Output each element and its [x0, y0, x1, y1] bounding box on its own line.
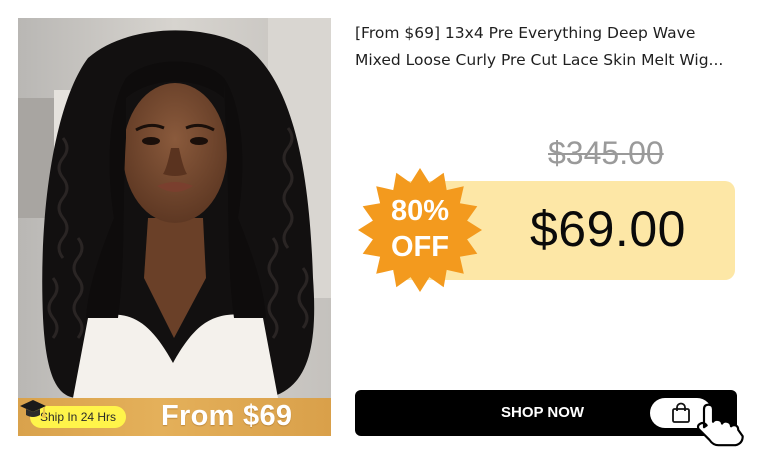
promo-strip: Ship In 24 Hrs From $69	[18, 398, 331, 436]
sale-price: $69.00	[530, 201, 686, 257]
original-price: $345.00	[548, 135, 664, 171]
pointing-hand-cursor-icon	[696, 403, 744, 447]
product-image[interactable]: Ship In 24 Hrs From $69	[18, 18, 331, 436]
product-title-line-2: Mixed Loose Curly Pre Cut Lace Skin Melt…	[355, 51, 724, 69]
shop-now-button[interactable]: SHOP NOW	[355, 390, 737, 436]
product-title[interactable]: [From $69] 13x4 Pre Everything Deep Wave…	[355, 20, 745, 74]
model-photo-illustration	[18, 18, 331, 436]
discount-badge: 80% OFF	[372, 193, 468, 265]
shopping-bag-icon	[672, 402, 690, 423]
promo-text: From $69	[161, 400, 293, 432]
product-title-line-1: [From $69] 13x4 Pre Everything Deep Wave	[355, 24, 696, 42]
discount-percent: 80%	[390, 195, 450, 227]
graduation-cap-icon	[20, 400, 46, 418]
discount-off: OFF	[391, 231, 449, 263]
shop-now-label: SHOP NOW	[501, 404, 585, 421]
